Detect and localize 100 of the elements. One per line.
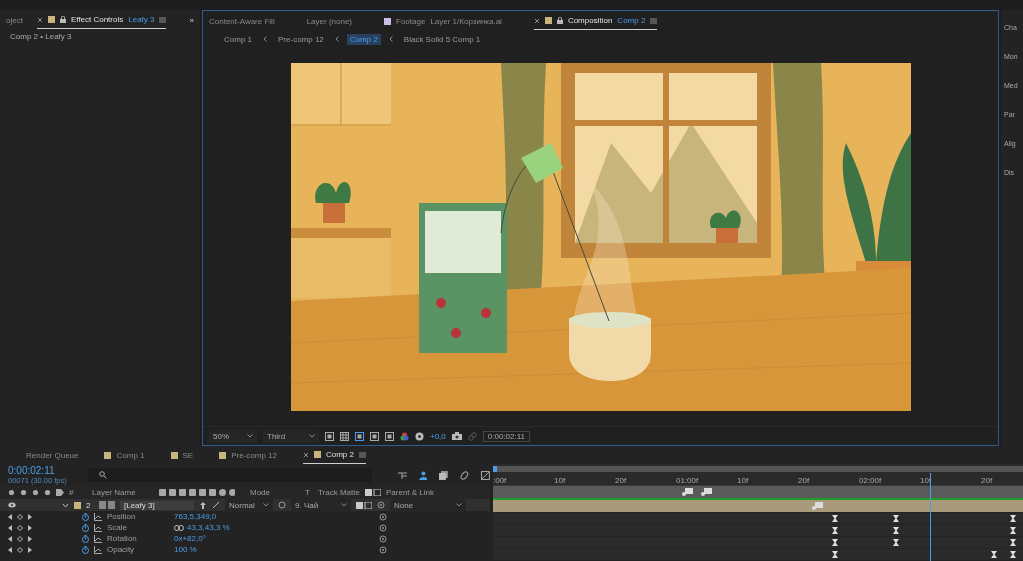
- column-header[interactable]: T: [305, 488, 313, 497]
- keyframe-icon[interactable]: [1009, 551, 1016, 558]
- graph-icon[interactable]: [94, 545, 102, 554]
- graph-icon[interactable]: [94, 523, 102, 532]
- layer-duration-bar[interactable]: [493, 500, 1023, 513]
- column-header[interactable]: Parent & Link: [386, 488, 435, 497]
- chain-link-icon[interactable]: [174, 524, 184, 531]
- property-name: Scale: [107, 523, 128, 532]
- ruler-label: 01:00f: [676, 476, 700, 485]
- stopwatch-icon[interactable]: [82, 523, 89, 532]
- ruler-label: 10f: [737, 476, 750, 485]
- color-channels-icon[interactable]: [400, 431, 409, 441]
- keyframe-icon[interactable]: [1009, 527, 1016, 534]
- color-label-icon: [170, 451, 178, 459]
- column-header[interactable]: Track Matte: [318, 488, 360, 497]
- keyframe-icon[interactable]: [893, 527, 900, 534]
- property-value[interactable]: 100 %: [174, 545, 197, 554]
- stopwatch-icon[interactable]: [82, 534, 89, 543]
- timeline-tab[interactable]: SE: [170, 447, 194, 463]
- layer-number: 2: [86, 500, 92, 510]
- layer-name-field[interactable]: [Leafy 3]: [120, 500, 194, 510]
- color-label-icon: [47, 16, 55, 23]
- breadcrumb-link[interactable]: Black Solid 5 Comp 1: [400, 33, 484, 45]
- keyframe-icon[interactable]: [991, 551, 998, 558]
- panel-tab[interactable]: Content-Aware Fill: [209, 13, 275, 29]
- column-header[interactable]: Layer Name: [92, 488, 154, 497]
- project-tab[interactable]: oject: [6, 12, 23, 28]
- keyframe-icon[interactable]: [832, 551, 839, 558]
- keyframe-icon[interactable]: [832, 515, 839, 522]
- ruler-label: 20f: [798, 476, 811, 485]
- timeline-tab[interactable]: Pre-comp 12: [219, 447, 277, 463]
- shy-switch-icon[interactable]: [199, 501, 207, 509]
- comment-marker-icon[interactable]: [699, 488, 712, 496]
- ruler-label: 10f: [554, 476, 567, 485]
- ruler-label: 20f: [981, 476, 993, 485]
- panel-tab[interactable]: Footage Layer 1/Корзинка.ai: [384, 13, 502, 29]
- keyframe-icon[interactable]: [1009, 515, 1016, 522]
- grid-icon[interactable]: [340, 431, 349, 441]
- column-header: #: [69, 488, 75, 497]
- graph-icon[interactable]: [94, 534, 102, 543]
- effect-controls-tab[interactable]: Effect Controls Leafy 3: [36, 11, 167, 29]
- color-label-icon: [313, 451, 321, 458]
- resolution-dropdown[interactable]: Third: [263, 429, 319, 443]
- chevron-left-icon: [263, 36, 267, 42]
- expand-panels-button[interactable]: »: [189, 15, 194, 25]
- keyframe-icon[interactable]: [893, 515, 900, 522]
- zoom-dropdown[interactable]: 50%: [209, 429, 257, 443]
- close-icon[interactable]: [302, 451, 309, 458]
- current-time-display[interactable]: 0:00:02:11: [482, 430, 530, 442]
- property-value[interactable]: 0x+82,0°: [174, 534, 206, 543]
- clip-icon[interactable]: [460, 470, 470, 480]
- guide-icon[interactable]: [385, 431, 394, 441]
- color-label-icon: [104, 451, 112, 459]
- timeline-tab[interactable]: Comp 2: [302, 446, 366, 464]
- mask-icon[interactable]: [355, 431, 364, 441]
- effect-controls-subtitle: Comp 2 • Leafy 3: [9, 31, 73, 43]
- property-value[interactable]: 43,3,43,3 %: [187, 523, 230, 532]
- caret-icon: [247, 434, 253, 438]
- ruler-label: 20f: [615, 476, 628, 485]
- stopwatch-icon[interactable]: [82, 545, 89, 554]
- comment-marker-icon[interactable]: [681, 488, 694, 496]
- exposure-value[interactable]: +0,0: [430, 431, 446, 441]
- exposure-icon[interactable]: [415, 431, 424, 441]
- close-icon[interactable]: [36, 16, 43, 23]
- ruler-label: :00f: [493, 476, 508, 485]
- current-time[interactable]: 0:00:02:11: [8, 465, 83, 476]
- stack-icon[interactable]: [439, 470, 449, 480]
- person-icon[interactable]: [418, 470, 428, 480]
- panel-tab[interactable]: Layer (none): [306, 13, 352, 29]
- stopwatch-icon[interactable]: [82, 512, 89, 521]
- column-header[interactable]: Mode: [250, 488, 300, 497]
- property-value[interactable]: 763,5,349,0: [174, 512, 217, 521]
- comment-marker-icon[interactable]: [811, 502, 823, 510]
- camera-icon[interactable]: [451, 432, 462, 440]
- layer-type-icon: [99, 501, 115, 509]
- region-icon[interactable]: [325, 431, 334, 441]
- keyframe-icon[interactable]: [832, 527, 839, 534]
- timeline-tab[interactable]: Comp 1: [104, 447, 145, 463]
- keyframe-icon[interactable]: [893, 539, 900, 546]
- breadcrumb-link[interactable]: Comp 1: [221, 33, 255, 45]
- graph-icon[interactable]: [94, 512, 102, 521]
- frame-icon[interactable]: [370, 431, 379, 441]
- panel-tab[interactable]: Composition Comp 2: [533, 12, 658, 30]
- graph-editor-icon[interactable]: [481, 470, 490, 480]
- chevron-left-icon: [388, 36, 393, 42]
- search-icon: [98, 471, 107, 479]
- close-icon[interactable]: [533, 17, 540, 24]
- timeline-tab[interactable]: Render Queue: [26, 447, 79, 463]
- color-label-icon: [544, 17, 552, 24]
- property-name: Opacity: [107, 545, 136, 554]
- chevron-down-icon[interactable]: [62, 502, 69, 508]
- breadcrumb-link[interactable]: Pre-comp 12: [275, 33, 327, 45]
- keyframe-icon[interactable]: [1009, 539, 1016, 546]
- keyframe-icon[interactable]: [832, 539, 839, 546]
- matte-switch-icon[interactable]: [356, 501, 372, 509]
- quality-switch-icon[interactable]: [212, 501, 220, 509]
- tag-icon[interactable]: [56, 489, 64, 496]
- search-field[interactable]: [87, 468, 372, 482]
- breadcrumb-link[interactable]: Comp 2: [346, 33, 381, 45]
- color-label-icon: [74, 501, 81, 509]
